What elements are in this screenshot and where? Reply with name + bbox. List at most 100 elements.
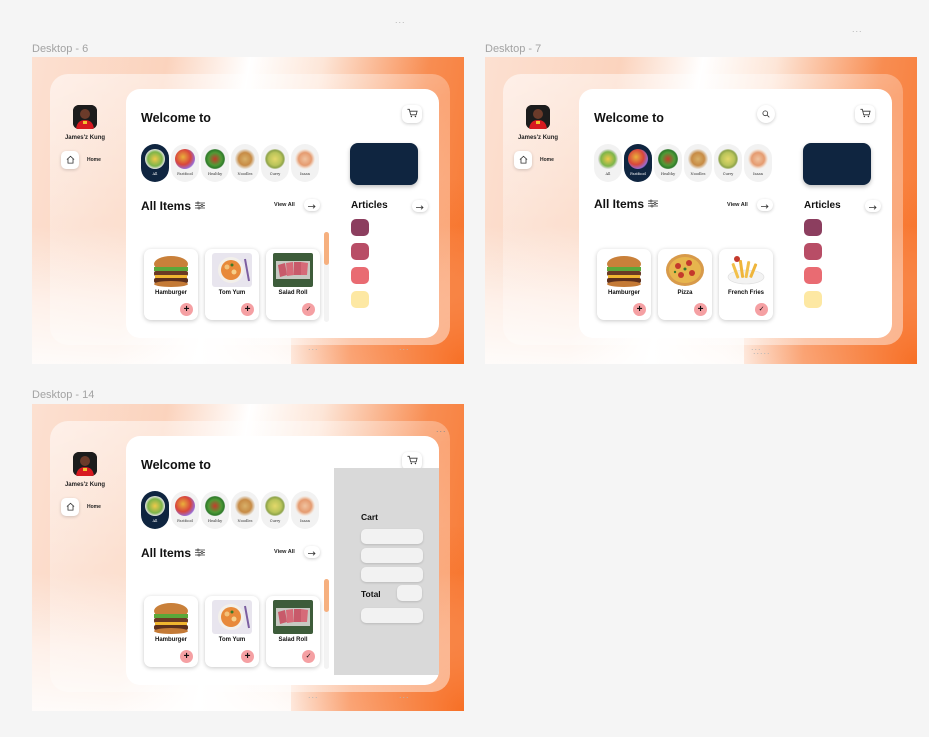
- items-scrollbar[interactable]: [324, 232, 329, 322]
- home-icon: [66, 151, 75, 169]
- add-to-cart-button[interactable]: +: [241, 303, 254, 316]
- cart-line-item[interactable]: [361, 529, 423, 544]
- total-value-box: [397, 585, 422, 601]
- food-card[interactable]: Tom Yum +: [205, 249, 259, 320]
- category-image: [688, 149, 708, 169]
- category-label: Curry: [722, 172, 734, 176]
- article-card[interactable]: [804, 219, 822, 236]
- items-scrollbar[interactable]: [324, 579, 329, 669]
- articles-arrow-button[interactable]: [865, 200, 881, 212]
- food-card[interactable]: Pizza +: [658, 249, 712, 320]
- category-isaan[interactable]: Isaan: [291, 144, 319, 182]
- food-card[interactable]: Salad Roll ✓: [266, 249, 320, 320]
- article-card[interactable]: [351, 219, 369, 236]
- home-nav-label[interactable]: Home: [540, 157, 554, 163]
- view-all-link[interactable]: View All: [274, 549, 295, 555]
- category-all[interactable]: All: [141, 144, 169, 182]
- category-image: [265, 496, 285, 516]
- scroll-thumb[interactable]: [324, 232, 329, 265]
- article-card[interactable]: [351, 267, 369, 284]
- food-card[interactable]: Salad Roll ✓: [266, 596, 320, 667]
- category-image: [175, 496, 195, 516]
- food-name: Hamburger: [607, 290, 640, 296]
- view-all-link[interactable]: View All: [727, 202, 748, 208]
- article-card[interactable]: [804, 291, 822, 308]
- category-all[interactable]: All: [594, 144, 622, 182]
- category-list: All Fastfood Healthy Noodles Curry Isaan: [594, 144, 772, 182]
- promo-banner[interactable]: [803, 143, 871, 185]
- frame-desktop-7: James'z Kung Home Welcome to All Fastfoo…: [485, 57, 917, 364]
- category-isaan[interactable]: Isaan: [291, 491, 319, 529]
- food-card[interactable]: Hamburger +: [144, 249, 198, 320]
- promo-banner[interactable]: [350, 143, 418, 185]
- filter-icon[interactable]: [195, 546, 206, 560]
- view-all-arrow-button[interactable]: [757, 199, 773, 211]
- avatar[interactable]: [73, 105, 97, 129]
- avatar[interactable]: [73, 452, 97, 476]
- add-to-cart-button[interactable]: +: [241, 650, 254, 663]
- food-card[interactable]: Tom Yum +: [205, 596, 259, 667]
- user-name: James'z Kung: [517, 135, 559, 141]
- home-button[interactable]: [61, 151, 79, 169]
- salad-roll-image: [273, 600, 313, 634]
- home-icon: [66, 498, 75, 516]
- page-title: Welcome to: [141, 111, 211, 125]
- frame-desktop-6: James'z Kung Home Welcome to All Fastfoo…: [32, 57, 464, 364]
- checkout-button[interactable]: [361, 608, 423, 623]
- all-items-heading: All Items: [141, 546, 206, 560]
- view-all-link[interactable]: View All: [274, 202, 295, 208]
- scroll-thumb[interactable]: [324, 579, 329, 612]
- add-to-cart-button[interactable]: +: [180, 303, 193, 316]
- add-to-cart-button[interactable]: +: [180, 650, 193, 663]
- food-card[interactable]: Hamburger +: [597, 249, 651, 320]
- tom-yum-image: [212, 253, 252, 287]
- category-curry[interactable]: Curry: [261, 144, 289, 182]
- arrow-right-icon: [869, 197, 877, 215]
- category-noodles[interactable]: Noodles: [684, 144, 712, 182]
- frame-label[interactable]: Desktop - 14: [32, 389, 94, 401]
- home-button[interactable]: [61, 498, 79, 516]
- cart-button[interactable]: [402, 105, 422, 123]
- category-healthy[interactable]: Healthy: [654, 144, 682, 182]
- article-card[interactable]: [804, 243, 822, 260]
- category-curry[interactable]: Curry: [714, 144, 742, 182]
- added-check-button[interactable]: ✓: [302, 650, 315, 663]
- category-fastfood[interactable]: Fastfood: [624, 144, 652, 182]
- food-name: Pizza: [677, 290, 693, 296]
- added-check-button[interactable]: ✓: [302, 303, 315, 316]
- frame-label[interactable]: Desktop - 6: [32, 43, 88, 55]
- article-card[interactable]: [351, 243, 369, 260]
- home-nav-label[interactable]: Home: [87, 504, 101, 510]
- category-fastfood[interactable]: Fastfood: [171, 491, 199, 529]
- filter-icon[interactable]: [195, 199, 206, 213]
- category-all[interactable]: All: [141, 491, 169, 529]
- category-noodles[interactable]: Noodles: [231, 144, 259, 182]
- articles-arrow-button[interactable]: [412, 200, 428, 212]
- search-button[interactable]: [757, 105, 775, 123]
- category-curry[interactable]: Curry: [261, 491, 289, 529]
- view-all-arrow-button[interactable]: [304, 199, 320, 211]
- food-card[interactable]: French Fries ✓: [719, 249, 773, 320]
- home-button[interactable]: [514, 151, 532, 169]
- category-image: [628, 149, 648, 169]
- add-to-cart-button[interactable]: +: [633, 303, 646, 316]
- category-isaan[interactable]: Isaan: [744, 144, 772, 182]
- category-healthy[interactable]: Healthy: [201, 144, 229, 182]
- cart-button[interactable]: [855, 105, 875, 123]
- avatar[interactable]: [526, 105, 550, 129]
- home-nav-label[interactable]: Home: [87, 157, 101, 163]
- category-label: All: [152, 519, 158, 523]
- added-check-button[interactable]: ✓: [755, 303, 768, 316]
- add-to-cart-button[interactable]: +: [694, 303, 707, 316]
- category-fastfood[interactable]: Fastfood: [171, 144, 199, 182]
- cart-line-item[interactable]: [361, 548, 423, 563]
- article-card[interactable]: [351, 291, 369, 308]
- cart-line-item[interactable]: [361, 567, 423, 582]
- food-card[interactable]: Hamburger +: [144, 596, 198, 667]
- view-all-arrow-button[interactable]: [304, 546, 320, 558]
- filter-icon[interactable]: [648, 197, 659, 211]
- frame-label[interactable]: Desktop - 7: [485, 43, 541, 55]
- category-healthy[interactable]: Healthy: [201, 491, 229, 529]
- article-card[interactable]: [804, 267, 822, 284]
- category-noodles[interactable]: Noodles: [231, 491, 259, 529]
